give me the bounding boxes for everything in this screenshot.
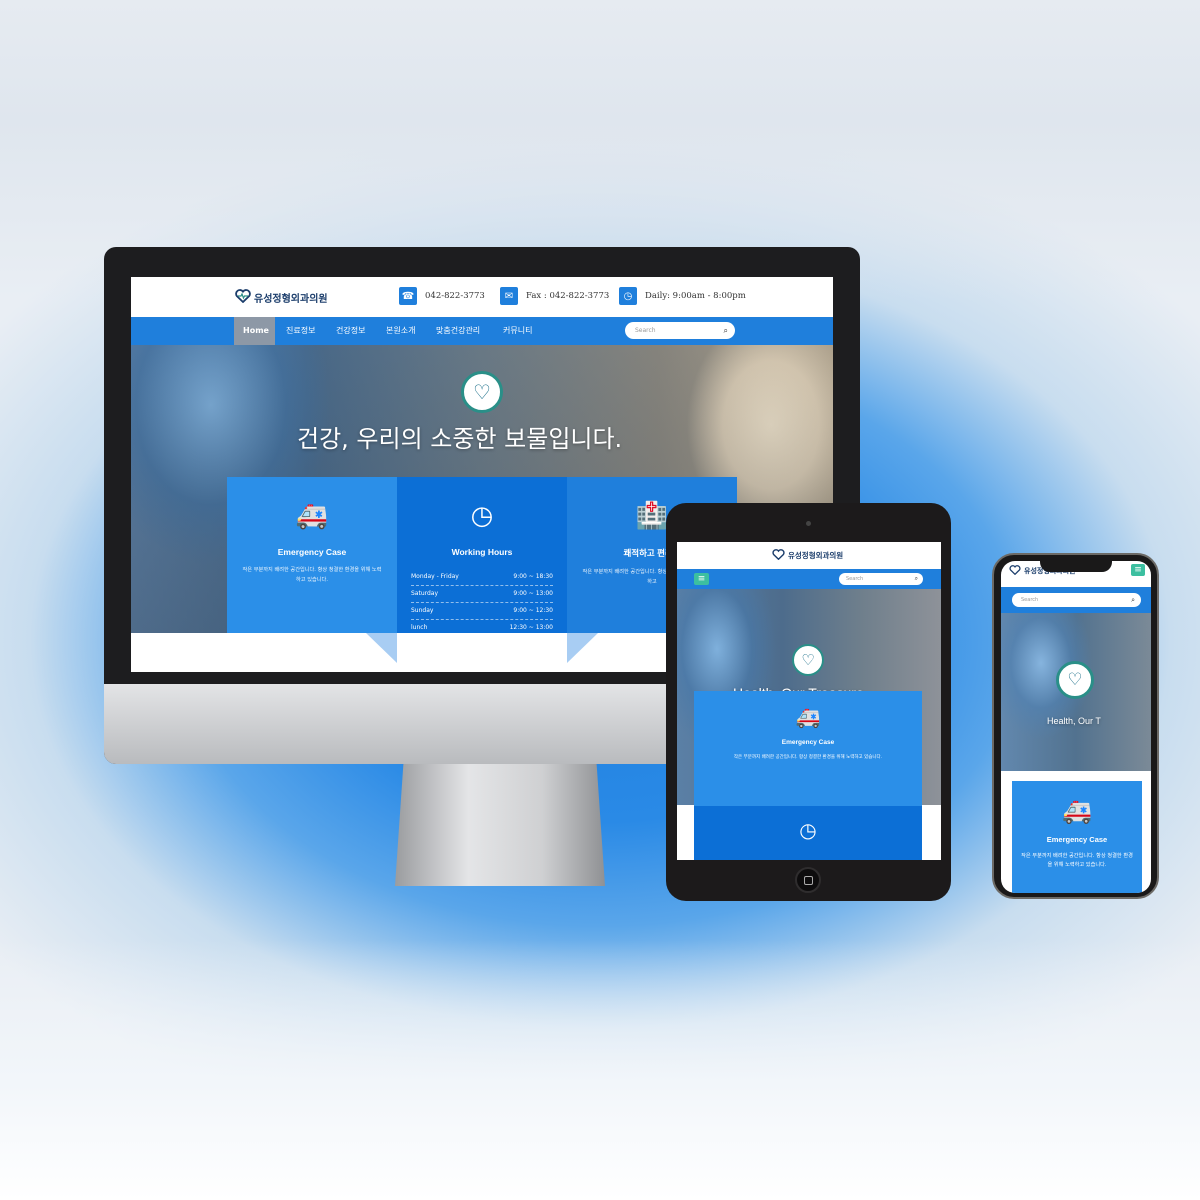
hours-row: Sunday 9:00 ~ 12:30	[411, 603, 553, 620]
tablet-card-working-hours[interactable]: ◷	[694, 806, 922, 860]
phone-hero-title: Health, Our T	[1047, 716, 1101, 726]
nav-item-community[interactable]: 커뮤니티	[503, 317, 532, 345]
heart-pulse-badge-icon: ♡	[792, 644, 824, 676]
hamburger-menu-icon[interactable]: ≡	[1131, 564, 1145, 576]
phone-icon: ☎	[399, 287, 417, 305]
tablet-nav: ≡ Search ⌕	[677, 569, 941, 589]
card-emergency-text: 작은 부분까지 배려한 공간입니다. 항상 청결한 환경을 위해 노력하고 있습…	[242, 567, 382, 583]
site-header: 유성정형외과의원 ☎ 042-822-3773 ✉ Fax : 042-822-…	[131, 277, 833, 317]
header-phone[interactable]: ☎ 042-822-3773	[399, 287, 485, 305]
tablet-search-placeholder: Search	[846, 576, 864, 582]
hours-row: Saturday 9:00 ~ 13:00	[411, 586, 553, 603]
tablet-screen: 유성정형외과의원 ≡ Search ⌕ ♡ Health, Our Treasu…	[677, 542, 941, 860]
heart-pulse-icon	[1009, 565, 1021, 577]
phone-nav: Search ⌕	[1001, 587, 1151, 613]
clock-icon: ◷	[799, 818, 817, 842]
heart-pulse-icon	[235, 289, 251, 306]
phone-card-emergency-title: Emergency Case	[1046, 835, 1108, 844]
envelope-icon: ✉	[500, 287, 518, 305]
hamburger-menu-icon[interactable]: ≡	[694, 573, 709, 585]
card-hours-title: Working Hours	[451, 547, 513, 557]
ambulance-icon: 🚑	[1062, 797, 1092, 825]
phone-search-input[interactable]: Search ⌕	[1012, 593, 1141, 607]
header-phone-text: 042-822-3773	[425, 291, 485, 301]
nav-item-health-info[interactable]: 건강정보	[336, 317, 365, 345]
site-logo[interactable]: 유성정형외과의원	[235, 289, 328, 306]
tablet-card-emergency[interactable]: 🚑 Emergency Case 작은 부분까지 배려한 공간입니다. 항상 청…	[694, 691, 922, 806]
phone-card-emergency-text: 작은 부분까지 배려한 공간입니다. 항상 청결한 환경을 위해 노력하고 있습…	[1021, 853, 1133, 868]
nav-item-about[interactable]: 본원소개	[386, 317, 415, 345]
site-logo-text: 유성정형외과의원	[254, 294, 328, 305]
header-fax-text: Fax : 042-822-3773	[526, 291, 610, 301]
tablet-search-input[interactable]: Search ⌕	[839, 573, 923, 585]
background-bottom-haze	[0, 940, 1200, 1200]
tablet-home-button[interactable]	[795, 867, 821, 893]
heart-pulse-badge-icon: ♡	[1056, 661, 1094, 699]
card-emergency[interactable]: 🚑 Emergency Case 작은 부분까지 배려한 공간입니다. 항상 청…	[227, 477, 397, 633]
phone-card-emergency[interactable]: 🚑 Emergency Case 작은 부분까지 배려한 공간입니다. 항상 청…	[1012, 781, 1142, 893]
tablet-card-emergency-title: Emergency Case	[781, 739, 835, 746]
search-icon[interactable]: ⌕	[915, 573, 918, 585]
phone-search-placeholder: Search	[1021, 597, 1039, 603]
header-fax: ✉ Fax : 042-822-3773	[500, 287, 609, 305]
phone-notch	[1040, 556, 1112, 572]
phone-hero: ♡ Health, Our T	[1001, 613, 1151, 771]
header-hours: ◷ Daily: 9:00am - 8:00pm	[619, 287, 746, 305]
tablet-camera	[806, 521, 811, 526]
monitor-stand	[395, 764, 605, 886]
heart-pulse-badge-icon: ♡	[461, 371, 503, 413]
search-input[interactable]: Search ⌕	[625, 322, 735, 339]
hours-row: Monday - Friday 9:00 ~ 18:30	[411, 569, 553, 586]
clock-icon: ◷	[470, 501, 494, 531]
clock-icon: ◷	[619, 287, 637, 305]
main-nav: Home 진료정보 건강정보 본원소개 맞춤건강관리 커뮤니티 Search ⌕	[131, 317, 833, 345]
tablet-logo[interactable]: 유성정형외과의원	[772, 549, 843, 562]
tablet-logo-text: 유성정형외과의원	[788, 551, 844, 560]
nav-item-treatment-info[interactable]: 진료정보	[286, 317, 315, 345]
card-emergency-title: Emergency Case	[277, 547, 347, 557]
search-placeholder: Search	[635, 327, 656, 334]
search-icon[interactable]: ⌕	[1131, 593, 1135, 607]
hours-list: Monday - Friday 9:00 ~ 18:30 Saturday 9:00…	[411, 569, 553, 637]
heart-pulse-icon	[772, 549, 785, 562]
ambulance-icon: 🚑	[795, 705, 821, 729]
phone-screen: 유성정형외과의원 ≡ Search ⌕ ♡ Health, Our T 🚑 Em…	[1001, 561, 1151, 893]
hero-title: 건강, 우리의 소중한 보물입니다.	[297, 425, 623, 453]
ambulance-icon: 🚑	[295, 501, 329, 531]
nav-item-health-care[interactable]: 맞춤건강관리	[436, 317, 480, 345]
tablet-card-emergency-text: 작은 부분까지 배려한 공간입니다. 항상 청결한 환경을 위해 노력하고 있습…	[733, 755, 883, 760]
nav-item-home[interactable]: Home	[234, 317, 275, 345]
header-hours-text: Daily: 9:00am - 8:00pm	[645, 291, 746, 301]
search-icon[interactable]: ⌕	[724, 322, 728, 339]
